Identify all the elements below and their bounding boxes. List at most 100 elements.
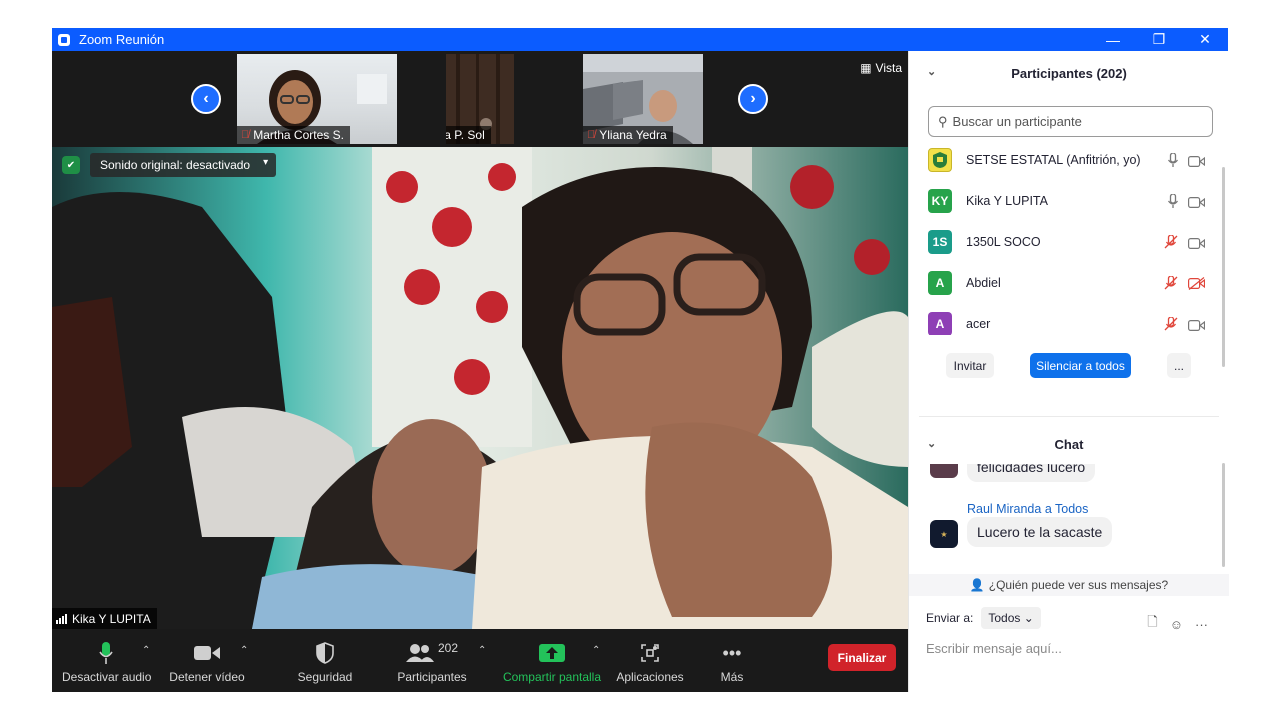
- participants-options-caret[interactable]: ⌃: [478, 645, 486, 656]
- microphone-icon[interactable]: [1167, 193, 1179, 213]
- chat-scrollbar[interactable]: [1222, 463, 1225, 567]
- participants-scrollbar[interactable]: [1222, 167, 1225, 367]
- participants-button[interactable]: 202 Participantes: [392, 641, 472, 684]
- thumbnail-strip: ‹ 🎙̸ Martha Cortes S. a P. Sol 🎙̸ Yliana…: [52, 51, 908, 147]
- speaker-name: Kika Y LUPITA: [72, 611, 151, 626]
- mute-all-button[interactable]: Silenciar a todos: [1030, 353, 1131, 378]
- participant-row[interactable]: SETSE ESTATAL (Anfitrión, yo): [909, 139, 1219, 180]
- zoom-window: Zoom Reunión — ❐ ✕ ‹ 🎙̸Martha Cortes S.: [52, 28, 1229, 692]
- microphone-icon[interactable]: [1167, 152, 1179, 172]
- window-title: Zoom Reunión: [79, 32, 165, 47]
- camera-icon[interactable]: [1188, 195, 1206, 213]
- more-dots-icon[interactable]: ···: [1195, 617, 1208, 632]
- send-to-row: Enviar a: Todos ⌄: [926, 607, 1041, 629]
- stop-video-label: Detener vídeo: [169, 670, 245, 684]
- thumb-name: Martha Cortes S.: [253, 128, 344, 142]
- participant-search-input[interactable]: ⚲ Buscar un participante: [928, 106, 1213, 137]
- participant-name: Kika Y LUPITA: [966, 193, 1048, 208]
- chat-message-text: Lucero te la sacaste: [967, 517, 1113, 547]
- thumb-video-yliana[interactable]: 🎙̸ Yliana Yedra: [583, 54, 703, 144]
- emoji-icon[interactable]: ☺: [1170, 617, 1183, 632]
- send-to-label: Enviar a:: [926, 611, 974, 625]
- title-bar: Zoom Reunión — ❐ ✕: [52, 28, 1228, 51]
- prev-page-button[interactable]: ‹: [191, 84, 221, 114]
- next-page-button[interactable]: ›: [738, 84, 768, 114]
- share-screen-button[interactable]: Compartir pantalla: [500, 641, 604, 684]
- more-options-button[interactable]: ...: [1167, 353, 1191, 378]
- participant-name: Abdiel: [966, 275, 1001, 290]
- more-button[interactable]: ••• Más: [712, 641, 752, 685]
- chat-title: Chat: [1054, 436, 1084, 452]
- video-area: ‹ 🎙̸ Martha Cortes S. a P. Sol 🎙̸ Yliana…: [52, 51, 908, 692]
- window-controls: — ❐ ✕: [1090, 28, 1228, 51]
- close-button[interactable]: ✕: [1182, 28, 1228, 51]
- restore-button[interactable]: ❐: [1136, 28, 1182, 51]
- end-meeting-button[interactable]: Finalizar: [828, 644, 896, 671]
- active-speaker-video[interactable]: ✔ Sonido original: desactivado Kika Y LU…: [52, 147, 908, 629]
- microphone-icon: [62, 641, 150, 665]
- thumb-video-laura[interactable]: 🎙̸Laura P. Sol: [446, 54, 514, 144]
- participant-name: acer: [966, 316, 991, 331]
- encryption-shield-icon[interactable]: ✔: [62, 156, 80, 174]
- chat-message: felicidades lucero: [967, 464, 1096, 482]
- chat-message-input[interactable]: Escribir mensaje aquí...: [926, 641, 1062, 656]
- original-sound-dropdown[interactable]: Sonido original: desactivado: [90, 153, 277, 177]
- participants-count: 202: [437, 641, 459, 655]
- more-label: Más: [720, 670, 744, 684]
- microphone-muted-icon[interactable]: [1164, 234, 1178, 254]
- camera-icon: [167, 641, 247, 665]
- participant-list: SETSE ESTATAL (Anfitrión, yo) KY Kika Y …: [909, 139, 1219, 335]
- chat-message-text: felicidades lucero: [967, 464, 1096, 482]
- file-icon[interactable]: 🗋: [1147, 613, 1157, 635]
- participants-label: Participantes: [397, 670, 467, 684]
- original-sound-control[interactable]: ✔ Sonido original: desactivado: [62, 153, 277, 177]
- mute-audio-button[interactable]: Desactivar audio: [62, 641, 152, 684]
- share-screen-label: Compartir pantalla: [502, 670, 602, 684]
- collapse-chevron-icon[interactable]: ⌄: [927, 65, 936, 78]
- camera-icon[interactable]: [1188, 236, 1206, 254]
- meeting-toolbar: Desactivar audio ⌃ Detener vídeo ⌃ Segur…: [52, 629, 908, 692]
- minimize-button[interactable]: —: [1090, 28, 1136, 51]
- participant-row[interactable]: A Abdiel: [909, 262, 1219, 303]
- invite-button[interactable]: Invitar: [946, 353, 994, 378]
- camera-muted-icon[interactable]: [1188, 276, 1206, 295]
- collapse-chevron-icon[interactable]: ⌄: [927, 437, 936, 450]
- microphone-muted-icon[interactable]: [1164, 316, 1178, 335]
- microphone-muted-icon[interactable]: [1164, 275, 1178, 295]
- person-info-icon: 👤: [969, 578, 985, 592]
- apps-label: Aplicaciones: [616, 670, 684, 684]
- chat-messages: felicidades lucero Raul Miranda a Todos …: [909, 464, 1219, 572]
- video-options-caret[interactable]: ⌃: [240, 645, 248, 656]
- chat-message: Lucero te la sacaste: [967, 517, 1113, 547]
- mute-audio-label: Desactivar audio: [62, 670, 152, 684]
- apps-icon: [614, 641, 686, 665]
- apps-button[interactable]: Aplicaciones: [614, 641, 686, 684]
- sender-avatar: ★: [930, 520, 958, 548]
- participant-avatar: [928, 147, 952, 172]
- chat-tools: 🗋 ☺ ···: [1147, 613, 1208, 635]
- side-panel: ⌄ Participantes (202) ⚲ Buscar un partic…: [908, 51, 1229, 692]
- signal-strength-icon: [56, 613, 67, 624]
- participant-name: SETSE ESTATAL (Anfitrión, yo): [966, 152, 1141, 167]
- share-options-caret[interactable]: ⌃: [592, 645, 600, 656]
- participant-row[interactable]: KY Kika Y LUPITA: [909, 180, 1219, 221]
- security-button[interactable]: Seguridad: [295, 641, 355, 684]
- thumb-video-martha[interactable]: 🎙̸ Martha Cortes S.: [237, 54, 397, 144]
- participant-row[interactable]: 1S 1350L SOCO: [909, 221, 1219, 262]
- participants-header: ⌄ Participantes (202): [909, 51, 1229, 95]
- thumb-name-tag: 🎙̸ Yliana Yedra: [583, 126, 673, 144]
- camera-icon[interactable]: [1188, 318, 1206, 336]
- sender-avatar: [930, 464, 958, 478]
- speaker-name-tag: Kika Y LUPITA: [52, 608, 157, 629]
- mic-muted-icon: 🎙̸: [241, 129, 250, 141]
- view-button[interactable]: ▦ Vista: [860, 61, 902, 75]
- panel-divider: [919, 416, 1219, 417]
- recipient-dropdown[interactable]: Todos ⌄: [981, 607, 1041, 629]
- audio-options-caret[interactable]: ⌃: [142, 645, 150, 656]
- participant-row[interactable]: A acer: [909, 303, 1219, 335]
- who-can-see-link[interactable]: 👤 ¿Quién puede ver sus mensajes?: [909, 574, 1229, 596]
- stop-video-button[interactable]: Detener vídeo: [167, 641, 247, 684]
- participant-actions: Invitar Silenciar a todos ...: [909, 353, 1229, 383]
- camera-icon[interactable]: [1188, 154, 1206, 172]
- thumb-name-tag: 🎙̸ Martha Cortes S.: [237, 126, 350, 144]
